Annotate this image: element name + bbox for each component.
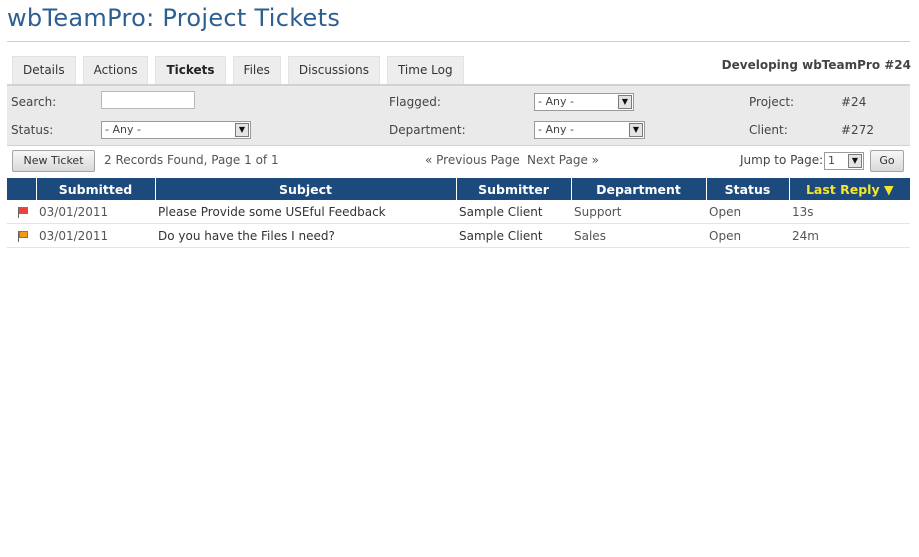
- subject-cell[interactable]: Please Provide some USEful Feedback: [155, 200, 456, 224]
- status-select[interactable]: - Any - ▼: [101, 121, 251, 139]
- last-reply-cell: 13s: [789, 200, 910, 224]
- next-page-link[interactable]: Next Page »: [527, 153, 599, 167]
- column-header-flag: [7, 178, 37, 200]
- column-header-submitted[interactable]: Submitted: [36, 178, 156, 200]
- project-value: #24: [841, 95, 867, 109]
- table-row[interactable]: 03/01/2011 Please Provide some USEful Fe…: [7, 200, 910, 224]
- tickets-table: Submitted Subject Submitter Department S…: [7, 178, 910, 248]
- search-label: Search:: [11, 95, 57, 109]
- flag-cell[interactable]: [7, 200, 36, 224]
- tab-actions[interactable]: Actions: [82, 56, 149, 84]
- chevron-down-icon: ▼: [235, 123, 249, 137]
- column-header-subject[interactable]: Subject: [155, 178, 457, 200]
- column-header-department[interactable]: Department: [571, 178, 707, 200]
- records-summary: 2 Records Found, Page 1 of 1: [104, 153, 279, 167]
- status-cell: Open: [706, 200, 789, 224]
- new-ticket-button[interactable]: New Ticket: [12, 150, 95, 172]
- jump-to-page-label: Jump to Page:: [740, 153, 824, 167]
- table-header-row: Submitted Subject Submitter Department S…: [7, 178, 910, 200]
- client-label: Client:: [749, 123, 788, 137]
- status-cell: Open: [706, 223, 789, 248]
- tab-discussions[interactable]: Discussions: [287, 56, 380, 84]
- submitted-cell: 03/01/2011: [36, 223, 155, 248]
- tab-details[interactable]: Details: [12, 56, 76, 84]
- table-row[interactable]: 03/01/2011 Do you have the Files I need?…: [7, 223, 910, 248]
- tab-time-log[interactable]: Time Log: [386, 56, 464, 84]
- filter-panel: Search: Status: - Any - ▼ Flagged: - Any…: [7, 84, 910, 146]
- flagged-select[interactable]: - Any - ▼: [534, 93, 634, 111]
- title-divider: [7, 41, 910, 42]
- project-heading: Developing wbTeamPro #24: [721, 58, 911, 72]
- flag-cell[interactable]: [7, 223, 36, 248]
- jump-to-page-value: 1: [828, 154, 835, 167]
- department-select[interactable]: - Any - ▼: [534, 121, 645, 139]
- department-select-value: - Any -: [538, 123, 574, 136]
- chevron-down-icon: ▼: [848, 154, 862, 168]
- previous-page-link[interactable]: « Previous Page: [425, 153, 520, 167]
- department-cell: Sales: [571, 223, 706, 248]
- chevron-down-icon: ▼: [618, 95, 632, 109]
- subject-cell[interactable]: Do you have the Files I need?: [155, 223, 456, 248]
- column-header-last-reply[interactable]: Last Reply ▼: [789, 178, 910, 200]
- flagged-label: Flagged:: [389, 95, 441, 109]
- tab-tickets[interactable]: Tickets: [155, 56, 226, 84]
- chevron-down-icon: ▼: [629, 123, 643, 137]
- submitter-cell: Sample Client: [456, 200, 571, 224]
- go-button[interactable]: Go: [870, 150, 904, 172]
- last-reply-cell: 24m: [789, 223, 910, 248]
- status-select-value: - Any -: [105, 123, 141, 136]
- department-cell: Support: [571, 200, 706, 224]
- status-label: Status:: [11, 123, 54, 137]
- tab-bar: Details Actions Tickets Files Discussion…: [12, 56, 471, 84]
- column-header-submitter[interactable]: Submitter: [456, 178, 572, 200]
- flagged-select-value: - Any -: [538, 95, 574, 108]
- submitter-cell: Sample Client: [456, 223, 571, 248]
- column-header-status[interactable]: Status: [706, 178, 790, 200]
- jump-to-page-select[interactable]: 1 ▼: [824, 152, 864, 170]
- client-value: #272: [841, 123, 874, 137]
- red-flag-icon: [17, 206, 29, 218]
- page-title: wbTeamPro: Project Tickets: [7, 4, 341, 32]
- project-label: Project:: [749, 95, 795, 109]
- department-label: Department:: [389, 123, 466, 137]
- tab-files[interactable]: Files: [232, 56, 281, 84]
- orange-flag-icon: [17, 230, 29, 242]
- submitted-cell: 03/01/2011: [36, 200, 155, 224]
- search-input[interactable]: [101, 91, 195, 109]
